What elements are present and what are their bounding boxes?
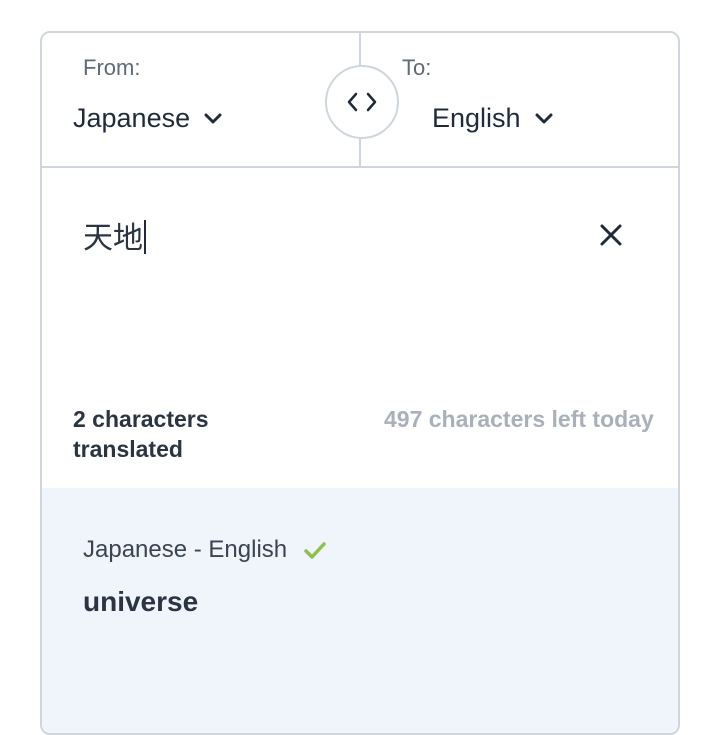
source-text-value: 天地: [83, 222, 143, 255]
translation-result-text: universe: [83, 586, 199, 617]
from-label: From:: [83, 55, 141, 80]
chevron-down-icon: [204, 113, 222, 125]
translator-card: From: Japanese To: English 天地 2 characte…: [40, 31, 680, 735]
swap-icon: [347, 92, 377, 112]
source-text-area[interactable]: 天地 2 characters translated 497 character…: [42, 168, 678, 488]
close-icon: [600, 224, 622, 246]
chevron-down-icon: [535, 113, 553, 125]
language-pair-label: Japanese - English: [83, 536, 288, 563]
swap-languages-button[interactable]: [325, 65, 399, 139]
target-language-dropdown[interactable]: English: [432, 103, 553, 134]
to-label: To:: [402, 55, 432, 80]
source-language-panel: From: Japanese: [42, 33, 361, 166]
check-icon: [304, 542, 326, 559]
target-language-value: English: [432, 103, 521, 133]
source-text-input[interactable]: 天地: [83, 213, 146, 257]
characters-remaining-count: 497 characters left today: [384, 406, 654, 432]
text-cursor: [144, 220, 146, 254]
target-language-panel: To: English: [361, 33, 678, 166]
source-language-value: Japanese: [73, 103, 191, 133]
characters-translated-count: 2 characters translated: [73, 406, 209, 462]
result-header: Japanese - English: [83, 536, 327, 564]
source-language-dropdown[interactable]: Japanese: [73, 103, 222, 134]
translation-result-panel: Japanese - English universe: [42, 488, 678, 733]
clear-input-button[interactable]: [598, 222, 624, 253]
language-bar: From: Japanese To: English: [42, 33, 678, 168]
